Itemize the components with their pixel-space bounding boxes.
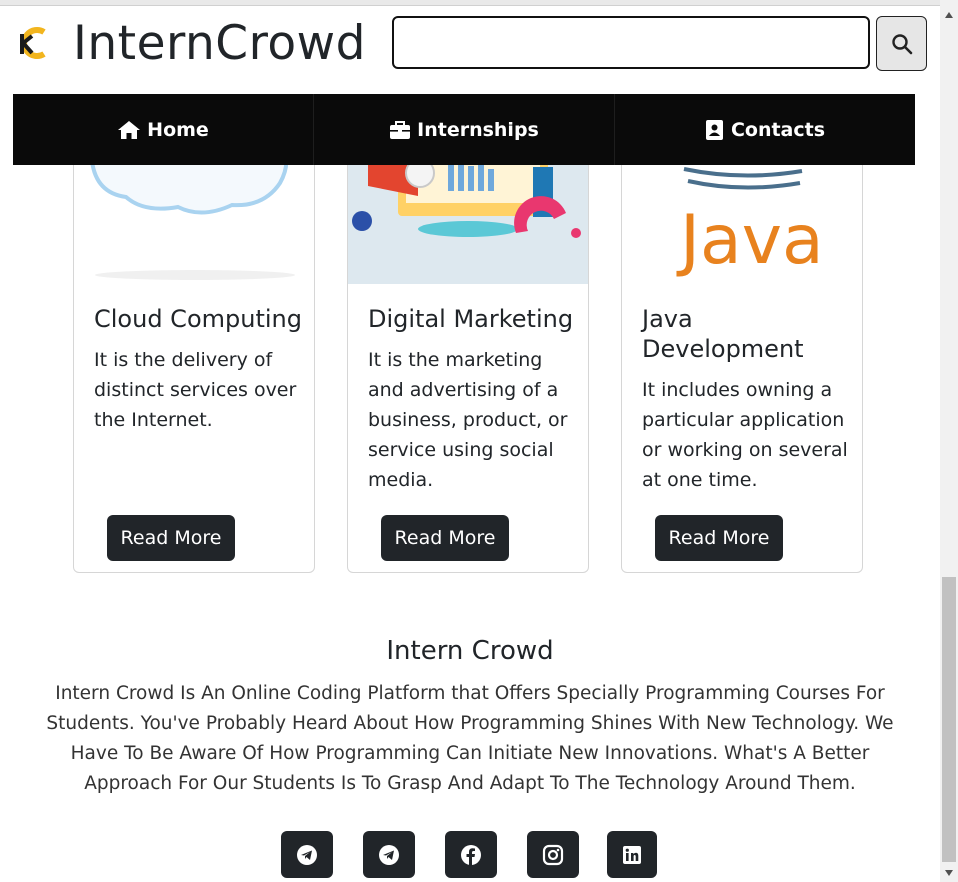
telegram-icon (379, 844, 399, 865)
browser-top-edge (0, 0, 940, 6)
search-button[interactable] (876, 16, 927, 71)
main-navigation: Home Internships Contacts (13, 94, 915, 165)
nav-item-home[interactable]: Home (13, 94, 314, 165)
nav-label: Contacts (730, 118, 826, 141)
home-icon (118, 120, 141, 139)
search-icon (891, 33, 912, 54)
java-logo-text: Java (676, 201, 824, 280)
telegram-link[interactable] (281, 831, 333, 878)
card-description: It is the delivery of distinct services … (94, 349, 297, 431)
search-input[interactable] (392, 16, 870, 69)
scrollbar-thumb[interactable] (942, 577, 956, 862)
telegram-link[interactable] (363, 831, 415, 878)
card-java-development: Java Java Development It includes owning… (621, 140, 863, 573)
footer-title: Intern Crowd (386, 636, 554, 666)
nav-item-contacts[interactable]: Contacts (615, 94, 915, 165)
nav-label: Internships (417, 118, 539, 141)
card-title: Java Development (642, 305, 804, 363)
instagram-link[interactable] (527, 831, 579, 878)
nav-item-internships[interactable]: Internships (314, 94, 615, 165)
facebook-icon (461, 844, 481, 865)
contact-book-icon (705, 119, 723, 140)
card-description: It includes owning a particular applicat… (642, 379, 848, 491)
facebook-link[interactable] (445, 831, 497, 878)
scroll-down-arrow-icon[interactable] (940, 864, 958, 882)
instagram-icon (542, 844, 564, 865)
card-digital-marketing: Digital Marketing It is the marketing an… (347, 140, 589, 573)
read-more-button[interactable]: Read More (381, 515, 509, 561)
read-more-button[interactable]: Read More (655, 515, 783, 561)
linkedin-icon (623, 845, 641, 864)
telegram-icon (297, 844, 317, 865)
card-cloud-computing: Cloud Computing It is the delivery of di… (73, 140, 315, 573)
card-description: It is the marketing and advertising of a… (368, 349, 568, 491)
scroll-up-arrow-icon[interactable] (940, 6, 958, 24)
vertical-scrollbar[interactable] (940, 0, 958, 882)
footer-description: Intern Crowd Is An Online Coding Platfor… (46, 683, 894, 794)
brand-name[interactable]: InternCrowd (73, 14, 366, 74)
card-title: Digital Marketing (368, 305, 574, 333)
logo-icon[interactable] (18, 26, 52, 60)
read-more-button[interactable]: Read More (107, 515, 235, 561)
briefcase-icon (390, 120, 411, 139)
card-title: Cloud Computing (94, 305, 302, 333)
linkedin-link[interactable] (607, 831, 657, 878)
nav-label: Home (147, 118, 209, 141)
